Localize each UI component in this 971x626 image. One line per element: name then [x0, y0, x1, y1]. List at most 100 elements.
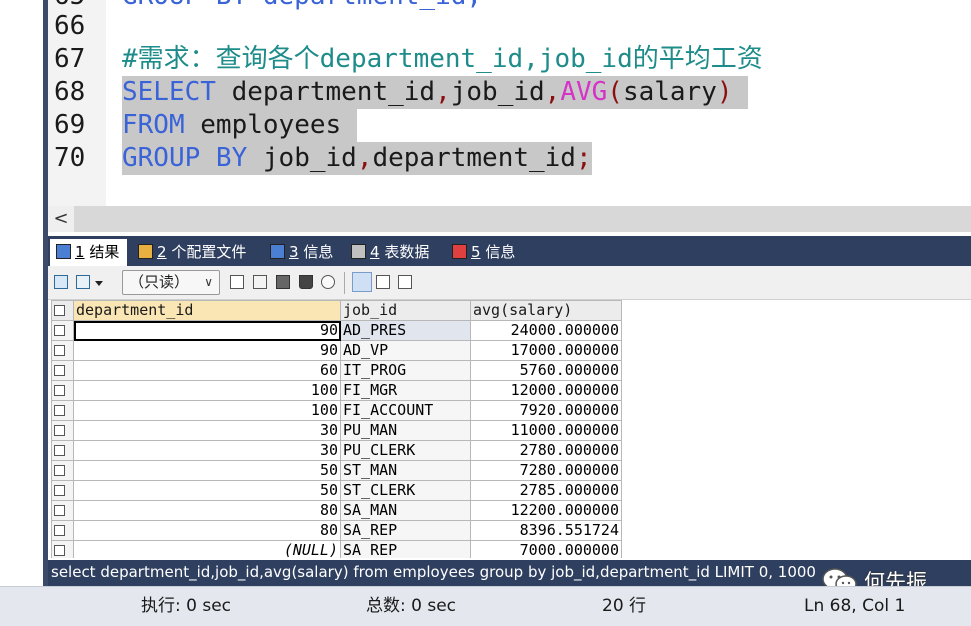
- table-row[interactable]: 80 SA_REP 8396.551724: [51, 520, 622, 541]
- table-cell[interactable]: PU_CLERK: [340, 440, 471, 461]
- table-cell[interactable]: 8396.551724: [470, 520, 622, 541]
- readonly-select[interactable]: （只读） ∨: [122, 270, 220, 295]
- row-checkbox[interactable]: [54, 485, 65, 496]
- export-grid-icon[interactable]: [54, 275, 68, 289]
- table-cell[interactable]: 80: [73, 520, 341, 541]
- tab-info-colored[interactable]: 5 信息: [446, 239, 523, 266]
- table-cell[interactable]: 24000.000000: [470, 320, 622, 341]
- grid-mode-icon[interactable]: [76, 275, 90, 289]
- table-cell[interactable]: 50: [73, 480, 341, 501]
- cursor-position: Ln 68, Col 1: [804, 596, 906, 616]
- table-cell[interactable]: SA_REP: [340, 520, 471, 541]
- table-cell[interactable]: SA_REP: [340, 540, 471, 558]
- table-row[interactable]: 100 FI_MGR 12000.000000: [51, 380, 622, 401]
- row-checkbox[interactable]: [54, 525, 65, 536]
- delete-icon[interactable]: [299, 275, 313, 289]
- table-row[interactable]: 50 ST_CLERK 2785.000000: [51, 480, 622, 501]
- column-header-job_id[interactable]: job_id: [340, 300, 471, 321]
- row-checkbox[interactable]: [54, 465, 65, 476]
- table-row[interactable]: 80 SA_MAN 12200.000000: [51, 500, 622, 521]
- table-cell[interactable]: 80: [73, 500, 341, 521]
- table-cell[interactable]: FI_MGR: [340, 380, 471, 401]
- table-cell[interactable]: 7000.000000: [470, 540, 622, 558]
- table-cell[interactable]: (NULL): [73, 540, 341, 558]
- result-grid[interactable]: department_id job_id avg(salary) 90 AD_PRES 2…: [51, 300, 971, 558]
- tab-table[interactable]: 1 结果: [50, 239, 128, 266]
- sql-editor[interactable]: 65 GROUP BY department_id; 6667#需求：查询各个d…: [48, 0, 971, 206]
- table-cell[interactable]: IT_PROG: [340, 360, 471, 381]
- sql-identifier: employees: [184, 110, 357, 140]
- text-view-icon[interactable]: [398, 275, 412, 289]
- row-select-cell: [51, 360, 74, 381]
- row-checkbox[interactable]: [54, 385, 65, 396]
- table-cell[interactable]: 90: [73, 320, 341, 341]
- table-row[interactable]: 90 AD_PRES 24000.000000: [51, 320, 622, 341]
- tab-table-data[interactable]: 4 表数据: [345, 239, 437, 266]
- table-row[interactable]: (NULL) SA_REP 7000.000000: [51, 540, 622, 558]
- scroll-left-icon[interactable]: <: [48, 206, 74, 232]
- table-cell[interactable]: 50: [73, 460, 341, 481]
- table-cell[interactable]: 5760.000000: [470, 360, 622, 381]
- table-row[interactable]: 100 FI_ACCOUNT 7920.000000: [51, 400, 622, 421]
- save-icon[interactable]: [276, 275, 290, 289]
- table-cell[interactable]: FI_ACCOUNT: [340, 400, 471, 421]
- table-cell[interactable]: ST_MAN: [340, 460, 471, 481]
- add-row-icon[interactable]: [230, 275, 244, 289]
- table-cell[interactable]: 2780.000000: [470, 440, 622, 461]
- row-checkbox[interactable]: [54, 445, 65, 456]
- row-checkbox[interactable]: [54, 425, 65, 436]
- window-left-edge: [0, 0, 48, 586]
- row-checkbox[interactable]: [54, 405, 65, 416]
- table-cell[interactable]: 12000.000000: [470, 380, 622, 401]
- table-cell[interactable]: 100: [73, 400, 341, 421]
- table-row[interactable]: 30 PU_CLERK 2780.000000: [51, 440, 622, 461]
- row-select-cell: [51, 320, 74, 341]
- table-cell[interactable]: 2785.000000: [470, 480, 622, 501]
- table-cell[interactable]: 100: [73, 380, 341, 401]
- row-count: 20 行: [602, 596, 647, 616]
- table-cell[interactable]: 30: [73, 420, 341, 441]
- form-view-icon[interactable]: [376, 275, 390, 289]
- row-select-cell: [51, 540, 74, 558]
- table-cell[interactable]: 7920.000000: [470, 400, 622, 421]
- table-row[interactable]: 90 AD_VP 17000.000000: [51, 340, 622, 361]
- line-number: 69: [54, 110, 86, 140]
- total-time: 总数: 0 sec: [366, 596, 457, 616]
- column-header-avgsalary[interactable]: avg(salary): [470, 300, 622, 321]
- table-cell[interactable]: AD_VP: [340, 340, 471, 361]
- line-number: 70: [54, 143, 86, 173]
- table-row[interactable]: 60 IT_PROG 5760.000000: [51, 360, 622, 381]
- chevron-down-icon[interactable]: [94, 275, 104, 289]
- row-checkbox[interactable]: [54, 365, 65, 376]
- row-checkbox[interactable]: [54, 325, 65, 336]
- table-cell[interactable]: 17000.000000: [470, 340, 622, 361]
- tab-profile[interactable]: 2 个配置文件: [132, 239, 254, 266]
- table-cell[interactable]: ST_CLERK: [340, 480, 471, 501]
- table-cell[interactable]: AD_PRES: [340, 320, 471, 341]
- row-checkbox[interactable]: [54, 345, 65, 356]
- column-header-department_id[interactable]: department_id: [73, 300, 341, 321]
- table-cell[interactable]: 90: [73, 340, 341, 361]
- editor-line: 69 FROM employees: [48, 109, 971, 142]
- table-row[interactable]: 50 ST_MAN 7280.000000: [51, 460, 622, 481]
- select-all-checkbox[interactable]: [54, 305, 65, 316]
- table-cell[interactable]: 7280.000000: [470, 460, 622, 481]
- table-cell[interactable]: PU_MAN: [340, 420, 471, 441]
- line-number: 67: [54, 44, 86, 74]
- table-cell[interactable]: 60: [73, 360, 341, 381]
- table-cell[interactable]: 30: [73, 440, 341, 461]
- row-checkbox[interactable]: [54, 505, 65, 516]
- copy-row-icon[interactable]: [253, 275, 267, 289]
- table-cell[interactable]: 11000.000000: [470, 420, 622, 441]
- cancel-icon[interactable]: [321, 275, 335, 289]
- table-cell[interactable]: SA_MAN: [340, 500, 471, 521]
- select-all-cell: [51, 300, 74, 321]
- table-row[interactable]: 30 PU_MAN 11000.000000: [51, 420, 622, 441]
- horizontal-scrollbar[interactable]: <: [48, 206, 971, 232]
- table-data-icon: [351, 244, 366, 259]
- table-cell[interactable]: 12200.000000: [470, 500, 622, 521]
- table-header-row: department_id job_id avg(salary): [51, 300, 622, 321]
- grid-view-icon[interactable]: [352, 272, 372, 292]
- row-checkbox[interactable]: [54, 545, 65, 556]
- tab-info[interactable]: 3 信息: [264, 239, 341, 266]
